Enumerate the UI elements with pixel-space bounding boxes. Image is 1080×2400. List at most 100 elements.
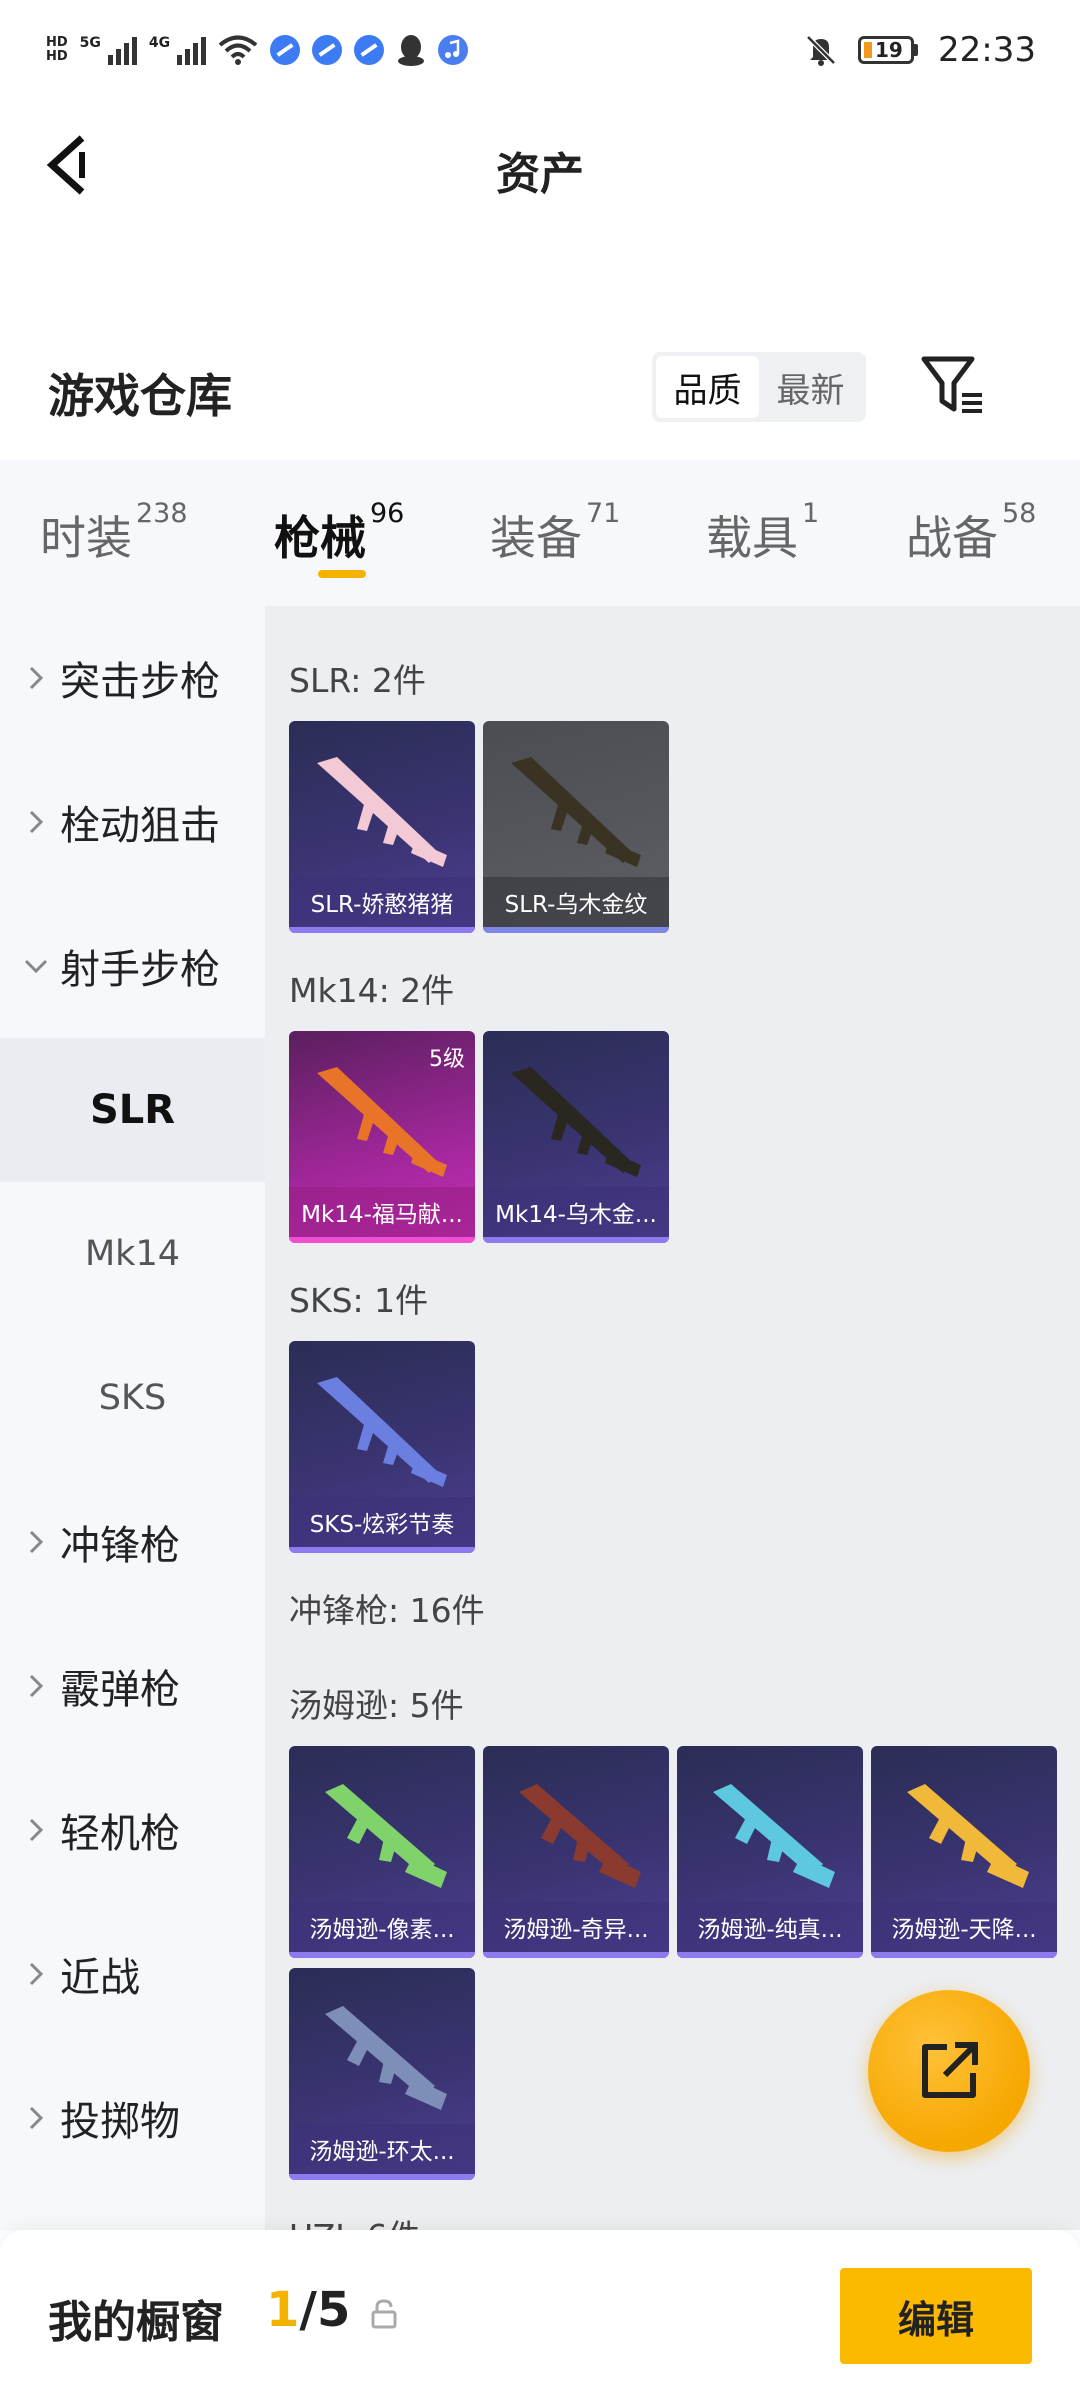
tab-equipment[interactable]: 装备 71 [490,498,620,568]
sidebar-item-melee[interactable]: 近战 [0,1902,265,2046]
sidebar-item-smg[interactable]: 冲锋枪 [0,1470,265,1614]
rifle-icon [317,757,447,867]
item-name: 汤姆逊-环太... [289,2124,475,2174]
showcase-count: 1/5 [266,2282,350,2338]
item-card[interactable]: 5级 Mk14-福马献... [289,1031,475,1243]
rifle-icon [317,1377,447,1487]
group-label-uzi: UZI: 6件 [289,2210,421,2230]
app-header: 资产 [0,100,1080,230]
item-card[interactable]: 汤姆逊-天降... [871,1746,1057,1958]
tab-outfit[interactable]: 时装 238 [40,498,188,568]
share-button[interactable] [868,1990,1030,2152]
sidebar-item-shotgun[interactable]: 霰弹枪 [0,1614,265,1758]
sidebar-item-mk14[interactable]: Mk14 [0,1182,265,1326]
tab-count: 238 [136,498,188,529]
lock-icon [371,2299,397,2329]
tab-count: 71 [586,498,621,529]
app-notification-icon [270,35,301,65]
sidebar-item-sks[interactable]: SKS [0,1326,265,1470]
tab-label: 枪械 [274,511,366,565]
sort-quality-button[interactable]: 品质 [656,356,759,418]
tab-supplies[interactable]: 战备 58 [906,498,1036,568]
sort-toggle: 品质 最新 [652,352,866,422]
showcase-bar: 我的橱窗 1/5 编辑 [0,2230,1080,2400]
sidebar-item-marksman-rifle[interactable]: 射手步枪 [0,894,265,1038]
item-card[interactable]: SKS-炫彩节奏 [289,1341,475,1553]
clock: 22:33 [938,30,1036,70]
page-title: 资产 [496,149,584,200]
tab-count: 96 [370,498,405,529]
rarity-bar [289,1952,475,1958]
sidebar-item-slr[interactable]: SLR [0,1038,265,1182]
sidebar-item-throwables[interactable]: 投掷物 [0,2046,265,2190]
sidebar-item-label: 栓动狙击 [60,803,220,849]
sidebar-item-bolt-sniper[interactable]: 栓动狙击 [0,750,265,894]
tab-firearms[interactable]: 枪械 96 [274,498,404,568]
music-app-icon [438,35,469,65]
sidebar-item-label: 霰弹枪 [60,1667,180,1713]
qq-penguin-icon [398,35,425,66]
chevron-right-icon [29,1962,43,1986]
item-name: Mk14-福马献... [289,1187,475,1237]
item-name: SLR-娇憨猪猪 [289,877,475,927]
item-name: Mk14-乌木金... [483,1187,669,1237]
group-label-sks: SKS: 1件 [289,1281,429,1320]
item-card[interactable]: SLR-娇憨猪猪 [289,721,475,933]
sidebar-item-label: 冲锋枪 [60,1523,180,1569]
chevron-right-icon [29,810,43,834]
tab-count: 58 [1002,498,1037,529]
showcase-total: 5 [316,2282,351,2338]
hd-indicator: HD HD [46,36,68,64]
item-card[interactable]: Mk14-乌木金... [483,1031,669,1243]
group-label-mk14: Mk14: 2件 [289,971,455,1010]
bell-muted-icon [806,35,836,66]
rarity-bar [289,1547,475,1553]
tab-label: 载具 [706,511,798,565]
tab-label: 装备 [490,511,582,565]
signal-4g-icon: 4G [149,35,207,65]
sidebar-item-label: 射手步枪 [60,947,220,993]
item-card[interactable]: 汤姆逊-纯真... [677,1746,863,1958]
item-card[interactable]: 汤姆逊-环太... [289,1968,475,2180]
status-left: HD HD 5G 4G [46,33,469,67]
chevron-down-icon [24,959,48,973]
rarity-bar [289,1237,475,1243]
item-level: 5级 [429,1047,465,1072]
group-label-slr: SLR: 2件 [289,661,426,700]
chevron-right-icon [29,2106,43,2130]
chevron-right-icon [29,1674,43,1698]
smg-icon [519,1784,641,1888]
rifle-icon [511,1067,641,1177]
sidebar-item-label: 投掷物 [60,2099,180,2145]
smg-icon [713,1784,835,1888]
rifle-icon [511,757,641,867]
sort-newest-button[interactable]: 最新 [759,356,862,418]
tab-vehicles[interactable]: 载具 1 [706,498,819,568]
rarity-bar [677,1952,863,1958]
item-card[interactable]: 汤姆逊-奇异... [483,1746,669,1958]
tab-label: 时装 [40,511,132,565]
battery-icon: 19 [858,36,919,64]
active-tab-indicator [318,570,366,578]
edit-button[interactable]: 编辑 [840,2268,1032,2364]
item-grid-area[interactable]: SLR: 2件 SLR-娇憨猪猪 SLR-乌木金纹 Mk14: 2件 5级 Mk… [265,606,1080,2230]
sidebar-item-label: 突击步枪 [60,659,220,705]
sidebar-item-lmg[interactable]: 轻机枪 [0,1758,265,1902]
tab-count: 1 [802,498,820,529]
chevron-right-icon [29,1818,43,1842]
filter-icon [921,356,982,413]
sidebar-item-assault-rifle[interactable]: 突击步枪 [0,606,265,750]
filter-button[interactable] [920,355,986,417]
sidebar-item-label: 轻机枪 [60,1811,180,1857]
item-name: 汤姆逊-天降... [871,1902,1057,1952]
app-notification-icon [312,35,343,65]
chevron-right-icon [29,666,43,690]
wifi-icon [218,35,258,65]
showcase-current: 1 [266,2282,300,2338]
signal-5g-icon: 5G [80,35,137,65]
item-card[interactable]: SLR-乌木金纹 [483,721,669,933]
chevron-right-icon [29,1530,43,1554]
rarity-bar [483,927,669,933]
showcase-separator: / [299,2282,317,2338]
item-card[interactable]: 汤姆逊-像素... [289,1746,475,1958]
